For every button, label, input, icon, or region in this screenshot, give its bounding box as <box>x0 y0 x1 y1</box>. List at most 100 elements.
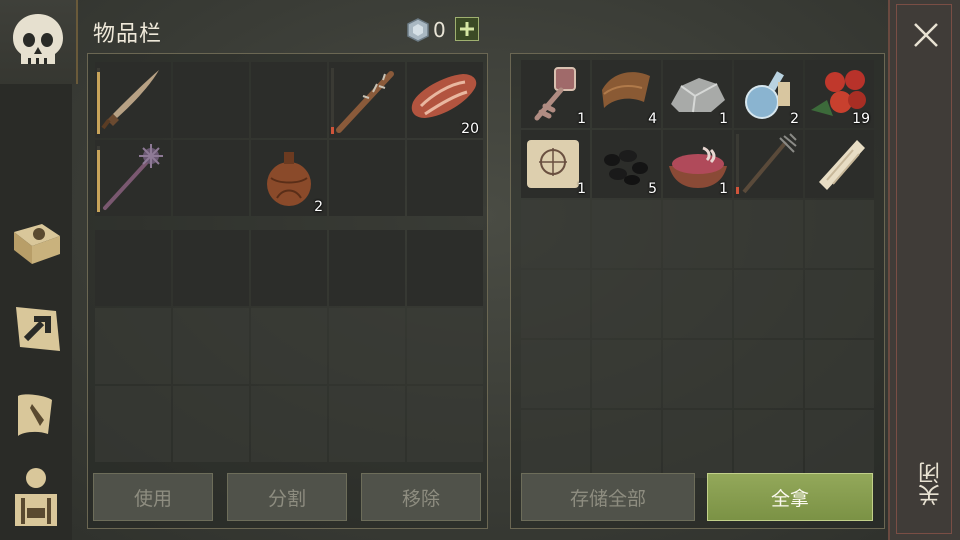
container-slot[interactable] <box>663 200 732 268</box>
item-quantity: 20 <box>461 121 479 137</box>
close-icon[interactable] <box>911 20 941 50</box>
container-slot[interactable] <box>734 270 803 338</box>
container-panel: 1 4 1 2 19 1 5 1 存储全部 全拿 <box>510 53 885 529</box>
inventory-slot[interactable] <box>95 140 171 216</box>
container-slot[interactable] <box>521 340 590 408</box>
container-slot[interactable] <box>805 130 874 198</box>
container-slot[interactable] <box>663 340 732 408</box>
backpack-slot[interactable] <box>95 230 171 306</box>
container-slot[interactable] <box>805 340 874 408</box>
container-slot[interactable] <box>592 200 661 268</box>
quest-scroll-icon <box>18 394 52 436</box>
container-slot[interactable] <box>663 410 732 478</box>
container-slot[interactable] <box>592 340 661 408</box>
backpack-grid <box>95 230 483 462</box>
inventory-slot[interactable] <box>329 62 405 138</box>
container-slot[interactable] <box>805 270 874 338</box>
item-quantity: 4 <box>648 111 657 127</box>
container-slot[interactable] <box>592 410 661 478</box>
container-slot[interactable]: 2 <box>734 60 803 128</box>
bandage-roll-icon <box>819 140 865 190</box>
character-icon <box>15 468 57 526</box>
sidebar-tab-crafting[interactable] <box>6 298 66 358</box>
inventory-slot[interactable] <box>173 62 249 138</box>
item-quantity: 1 <box>719 181 728 197</box>
mace-icon <box>103 144 163 210</box>
inventory-slot[interactable] <box>173 140 249 216</box>
remove-button[interactable]: 移除 <box>361 473 481 521</box>
backpack-slot[interactable] <box>251 230 327 306</box>
sidebar <box>0 0 78 540</box>
container-slot[interactable]: 1 <box>663 130 732 198</box>
item-quantity: 2 <box>790 111 799 127</box>
inventory-panel: 20 2 使用 分割 移除 <box>87 53 488 529</box>
locked-slot <box>407 386 483 462</box>
locked-slot <box>173 386 249 462</box>
locked-slot <box>251 308 327 384</box>
backpack-slot[interactable] <box>329 230 405 306</box>
container-slot[interactable] <box>805 410 874 478</box>
locked-slot <box>95 386 171 462</box>
container-slot[interactable] <box>805 200 874 268</box>
container-slot[interactable]: 1 <box>521 130 590 198</box>
inventory-slot[interactable] <box>95 62 171 138</box>
locked-slot <box>329 308 405 384</box>
locked-slot <box>329 386 405 462</box>
sun-book-icon <box>14 224 60 264</box>
store-all-button[interactable]: 存储全部 <box>521 473 695 521</box>
page-title: 物品栏 <box>93 22 163 47</box>
container-slot[interactable] <box>592 270 661 338</box>
equipped-grid: 20 2 <box>95 62 483 216</box>
coin-count: 0 <box>433 18 446 42</box>
backpack-slot[interactable] <box>407 230 483 306</box>
container-slot[interactable]: 5 <box>592 130 661 198</box>
container-slot[interactable]: 1 <box>663 60 732 128</box>
use-button[interactable]: 使用 <box>93 473 213 521</box>
container-slot[interactable] <box>734 340 803 408</box>
item-quantity: 2 <box>314 199 323 215</box>
container-slot[interactable] <box>734 410 803 478</box>
sidebar-tab-journal[interactable] <box>6 214 66 274</box>
container-grid: 1 4 1 2 19 1 5 1 <box>521 60 874 478</box>
spiked-club-icon <box>336 71 394 133</box>
backpack-slot[interactable] <box>173 230 249 306</box>
locked-slot <box>407 308 483 384</box>
container-slot[interactable]: 19 <box>805 60 874 128</box>
container-slot[interactable] <box>521 410 590 478</box>
item-quantity: 5 <box>648 181 657 197</box>
inventory-slot[interactable] <box>329 140 405 216</box>
inventory-slot[interactable] <box>251 62 327 138</box>
take-all-button[interactable]: 全拿 <box>707 473 873 521</box>
sidebar-tab-character[interactable] <box>6 466 66 526</box>
container-slot[interactable] <box>521 200 590 268</box>
plus-icon <box>460 22 474 36</box>
item-quantity: 19 <box>852 111 870 127</box>
container-slot[interactable] <box>734 200 803 268</box>
saber-icon <box>101 70 159 130</box>
inventory-slot[interactable]: 20 <box>407 62 483 138</box>
locked-slot <box>173 308 249 384</box>
item-quantity: 1 <box>577 111 586 127</box>
container-slot[interactable] <box>521 270 590 338</box>
sidebar-tab-inventory[interactable] <box>0 0 78 84</box>
inventory-slot[interactable]: 2 <box>251 140 327 216</box>
skull-icon <box>13 14 63 64</box>
container-slot[interactable]: 1 <box>521 60 590 128</box>
close-frame <box>896 4 952 534</box>
locked-slot <box>251 386 327 462</box>
item-quantity: 1 <box>577 181 586 197</box>
container-slot[interactable] <box>734 130 803 198</box>
pitchfork-icon <box>742 133 797 194</box>
container-slot[interactable] <box>663 270 732 338</box>
sidebar-tab-quests[interactable] <box>6 384 66 444</box>
crafting-icon <box>16 307 60 351</box>
close-label[interactable]: 关闭 <box>916 462 948 506</box>
container-slot[interactable]: 4 <box>592 60 661 128</box>
add-coins-button[interactable] <box>455 17 479 41</box>
split-button[interactable]: 分割 <box>227 473 347 521</box>
gem-coin-icon <box>407 18 429 42</box>
item-quantity: 1 <box>719 111 728 127</box>
locked-slot <box>95 308 171 384</box>
inventory-slot[interactable] <box>407 140 483 216</box>
close-panel[interactable]: 关闭 <box>888 0 960 540</box>
